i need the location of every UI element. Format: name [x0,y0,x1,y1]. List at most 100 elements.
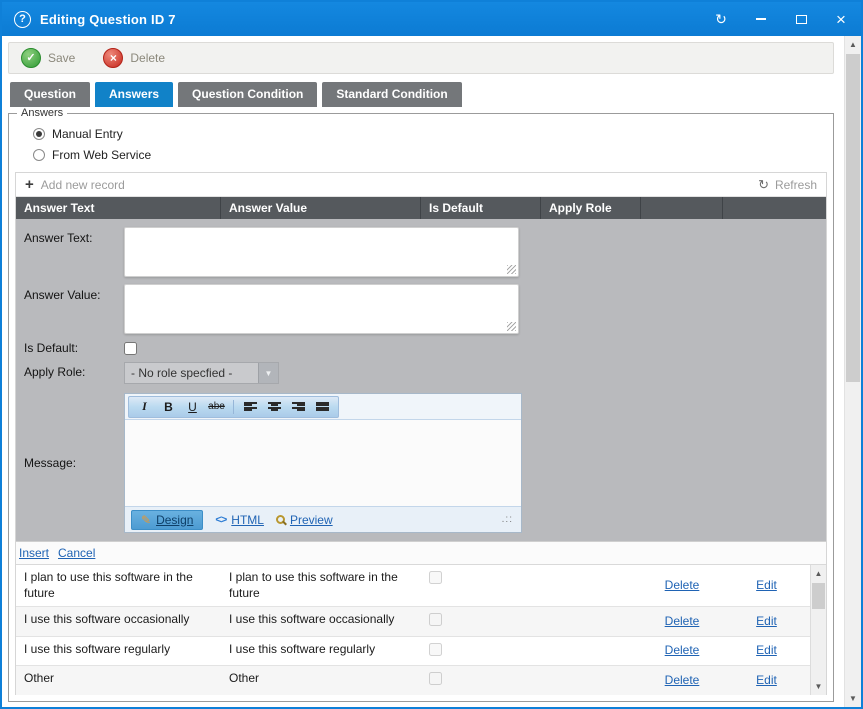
refresh-icon: ↻ [758,178,769,191]
scrollbar-track[interactable] [845,53,861,690]
is-default-checkbox [429,643,442,656]
tab-strip: Question Answers Question Condition Stan… [8,82,834,107]
radio-from-web-service-label: From Web Service [52,148,151,162]
help-icon[interactable]: ? [14,11,31,28]
delete-button[interactable]: × Delete [103,48,165,68]
titlebar: ? Editing Question ID 7 ↻ × [2,2,861,36]
tab-standard-condition[interactable]: Standard Condition [322,82,461,107]
plus-icon: + [25,177,34,192]
scrollbar-thumb[interactable] [812,583,825,609]
edit-row-link[interactable]: Edit [756,673,777,689]
message-editor-area[interactable] [125,420,521,506]
delete-icon: × [103,48,123,68]
cell-apply-role [541,607,641,636]
design-mode-label: Design [156,513,193,527]
align-right-icon [292,401,305,412]
grid-header-row: Answer Text Answer Value Is Default Appl… [16,197,826,219]
inline-edit-panel: Answer Text: Answer Value: [16,219,826,541]
cancel-link[interactable]: Cancel [58,546,95,560]
save-button[interactable]: ✓ Save [21,48,75,68]
answer-value-input[interactable] [124,284,519,334]
delete-row-link[interactable]: Delete [665,673,700,689]
delete-row-link[interactable]: Delete [665,614,700,630]
scroll-up-icon[interactable]: ▲ [845,36,861,53]
add-new-record-button[interactable]: + Add new record [25,177,125,192]
is-default-checkbox [429,613,442,626]
dialog-scrollbar[interactable]: ▲ ▼ [844,36,861,707]
cell-delete: Delete [641,666,723,695]
apply-role-dropdown[interactable]: - No role specfied - ▼ [124,362,279,384]
html-mode-tab[interactable]: <> HTML [215,513,264,527]
resize-grip-icon[interactable] [507,322,516,331]
answer-text-input[interactable] [124,227,519,277]
html-code-icon: <> [215,514,226,526]
apply-role-row: Apply Role: - No role specfied - ▼ [24,362,826,384]
maximize-icon [796,15,807,24]
edit-row-link[interactable]: Edit [756,643,777,659]
add-new-record-label: Add new record [41,178,125,192]
maximize-button[interactable] [793,11,809,27]
cell-answer-text: Other [16,666,221,695]
answer-text-label: Answer Text: [24,227,124,277]
is-default-checkbox [429,571,442,584]
dialog-content: ✓ Save × Delete Question Answers Questio… [2,36,861,707]
grid-scrollbar[interactable]: ▲ ▼ [810,565,826,695]
minimize-button[interactable] [753,11,769,27]
edit-row-link[interactable]: Edit [756,578,777,594]
rte-toolbar: I B U abe [125,394,521,420]
scrollbar-thumb[interactable] [846,54,860,382]
cell-answer-value: I plan to use this software in the futur… [221,565,421,606]
insert-cancel-bar: Insert Cancel [16,541,826,564]
cell-is-default [421,565,541,606]
message-row: Message: I B U abe [24,393,826,533]
radio-from-web-service[interactable]: From Web Service [33,148,827,162]
refresh-window-button[interactable]: ↻ [713,11,729,27]
cell-answer-value: I use this software regularly [221,637,421,666]
radio-manual-entry[interactable]: Manual Entry [33,127,827,141]
cell-answer-value: Other [221,666,421,695]
scroll-up-icon[interactable]: ▲ [811,565,826,582]
insert-link[interactable]: Insert [19,546,49,560]
apply-role-label: Apply Role: [24,362,124,384]
align-left-button[interactable] [240,398,261,416]
close-button[interactable]: × [833,11,849,27]
scroll-down-icon[interactable]: ▼ [845,690,861,707]
cell-answer-text: I use this software occasionally [16,607,221,636]
apply-role-value: - No role specfied - [125,366,258,380]
cell-is-default [421,666,541,695]
bold-button[interactable]: B [158,398,179,416]
radio-button-icon [33,128,45,140]
cell-edit: Edit [723,637,810,666]
message-label: Message: [24,456,124,470]
align-center-button[interactable] [264,398,285,416]
is-default-checkbox[interactable] [124,342,137,355]
cell-edit: Edit [723,565,810,606]
align-right-button[interactable] [288,398,309,416]
answer-value-row: Answer Value: [24,284,826,334]
justify-button[interactable] [312,398,333,416]
resize-grip-icon[interactable] [507,265,516,274]
grid-toolbar: + Add new record ↻ Refresh [16,173,826,197]
save-icon: ✓ [21,48,41,68]
command-toolbar: ✓ Save × Delete [8,42,834,74]
scroll-down-icon[interactable]: ▼ [811,678,826,695]
justify-icon [316,401,329,412]
cell-is-default [421,637,541,666]
grid-refresh-button[interactable]: ↻ Refresh [758,178,817,192]
tab-question[interactable]: Question [10,82,90,107]
delete-row-link[interactable]: Delete [665,643,700,659]
cell-apply-role [541,666,641,695]
rich-text-editor: I B U abe [124,393,522,533]
grid-body: I plan to use this software in the futur… [16,564,826,695]
underline-button[interactable]: U [182,398,203,416]
design-mode-tab[interactable]: ✎ Design [131,510,203,530]
delete-row-link[interactable]: Delete [665,578,700,594]
strikethrough-button[interactable]: abe [206,398,227,416]
editor-resize-grip[interactable]: .:: [502,514,513,525]
italic-button[interactable]: I [134,398,155,416]
tab-question-condition[interactable]: Question Condition [178,82,317,107]
tab-answers[interactable]: Answers [95,82,173,107]
edit-row-link[interactable]: Edit [756,614,777,630]
preview-mode-tab[interactable]: Preview [276,513,333,527]
pencil-icon: ✎ [141,514,151,526]
